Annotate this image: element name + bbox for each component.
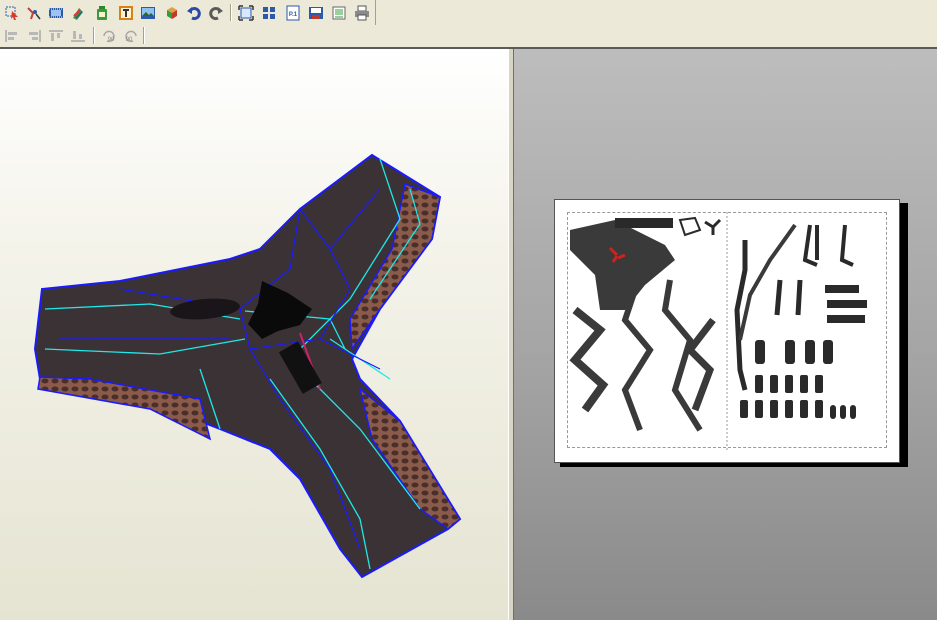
print-icon: [355, 5, 369, 21]
align-left-button[interactable]: [2, 27, 22, 45]
rotate-ccw-label: 90: [108, 37, 115, 43]
page-one-button[interactable]: P.1: [283, 3, 303, 23]
film-button[interactable]: [46, 3, 66, 23]
edge-join-icon: [27, 7, 41, 20]
align-left-icon: [5, 30, 17, 42]
page-setup-button[interactable]: [329, 3, 349, 23]
toolbar-separator: [143, 27, 145, 44]
unfolded-part-fork-2: [839, 224, 854, 267]
page-setup-icon: [332, 6, 346, 20]
unfolded-part-bar-3: [827, 315, 865, 323]
box-3d-button[interactable]: [162, 3, 182, 23]
print-button[interactable]: [352, 3, 372, 23]
paint-button[interactable]: [68, 3, 88, 23]
fit-view-button[interactable]: [236, 3, 256, 23]
box-3d-icon: [167, 7, 177, 19]
unfolded-parts: [569, 212, 867, 450]
unfolded-part-zigzag-4: [685, 317, 716, 412]
save-pages-icon: [309, 7, 323, 19]
toolbar-separator: [230, 4, 232, 21]
text-tool-button[interactable]: [116, 3, 136, 23]
align-top-button[interactable]: [46, 27, 66, 45]
redo-icon: [209, 7, 223, 21]
redo-button[interactable]: [206, 3, 226, 23]
image-icon: [141, 7, 155, 19]
unfolded-part-small: [678, 216, 702, 237]
select-arrow-icon: [5, 6, 18, 20]
unfolded-part-zigzag-2: [621, 289, 654, 432]
align-top-icon: [49, 30, 63, 41]
page-one-icon: P.1: [286, 5, 300, 21]
unfolded-part-hub: [570, 220, 675, 310]
align-toolbar: 90 90: [0, 25, 937, 47]
film-strip-icon: [49, 8, 63, 18]
model-body: [33, 153, 462, 579]
paper-sheet[interactable]: [554, 199, 900, 463]
unfolded-part-bar-1: [825, 285, 859, 293]
unfolded-part-fork-1: [802, 224, 819, 267]
undo-icon: [187, 7, 201, 21]
save-pages-button[interactable]: [306, 3, 326, 23]
unfolded-part-y: [704, 218, 722, 235]
arrange-parts-button[interactable]: [259, 3, 279, 23]
view-3d-panel[interactable]: [0, 49, 508, 620]
toolbar-separator: [93, 27, 95, 44]
unfolded-part-zigzag-1: [569, 306, 609, 413]
text-tool-icon: [119, 6, 133, 20]
align-bottom-button[interactable]: [68, 27, 88, 45]
rotate-cw-90-icon: 90: [125, 30, 137, 43]
main-toolbar: P.1: [0, 0, 937, 47]
rotate-cw-button[interactable]: 90: [121, 27, 141, 45]
unfolded-small-parts: [740, 340, 856, 419]
model-3d[interactable]: [0, 49, 508, 620]
view-2d-panel[interactable]: [514, 49, 937, 620]
undo-button[interactable]: [184, 3, 204, 23]
unfolded-part-diagonal: [738, 223, 797, 341]
unfolded-part-strip-top: [615, 218, 673, 228]
page-one-label: P.1: [289, 12, 298, 18]
align-bottom-icon: [71, 31, 85, 42]
bottle-button[interactable]: [92, 3, 112, 23]
align-right-icon: [29, 30, 41, 42]
select-tool-button[interactable]: [2, 3, 22, 23]
rotate-ccw-button[interactable]: 90: [99, 27, 119, 45]
bottle-icon: [97, 6, 107, 20]
align-right-button[interactable]: [24, 27, 44, 45]
image-button[interactable]: [138, 3, 158, 23]
fit-view-icon: [238, 5, 254, 21]
unfolded-part-bar-2: [827, 300, 867, 308]
paint-icon: [73, 8, 83, 20]
arrange-parts-icon: [263, 7, 275, 19]
rotate-cw-label: 90: [126, 37, 133, 43]
join-edge-button[interactable]: [24, 3, 44, 23]
rotate-ccw-90-icon: 90: [103, 30, 115, 43]
unfolded-part-fork-3: [774, 279, 803, 316]
